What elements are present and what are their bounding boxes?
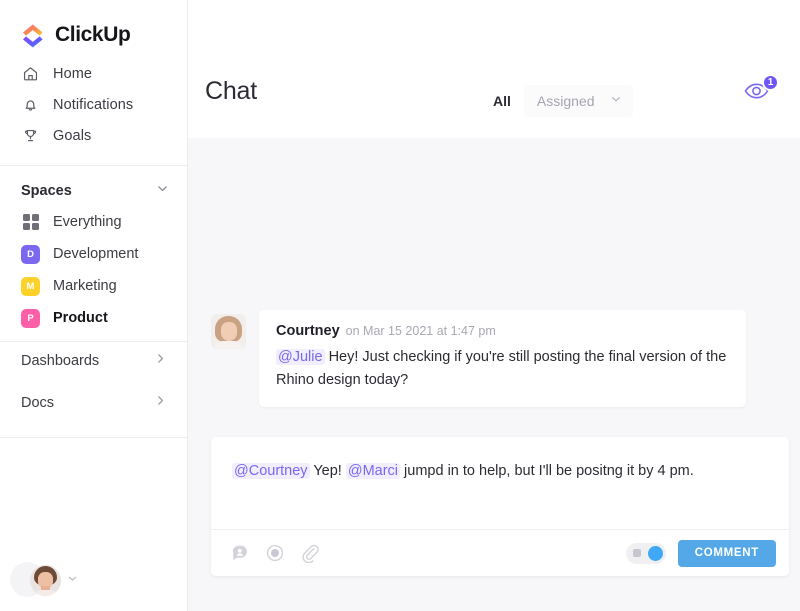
sidebar-item-home-label: Home bbox=[53, 65, 93, 82]
watchers-count-badge: 1 bbox=[762, 74, 779, 91]
space-badge-marketing: M bbox=[21, 276, 40, 296]
composer-tools bbox=[229, 543, 320, 564]
space-badge-product: P bbox=[21, 308, 40, 328]
message-author: Courtney bbox=[276, 323, 340, 339]
sidebar-item-marketing[interactable]: M Marketing bbox=[0, 270, 187, 302]
mention-julie[interactable]: @Julie bbox=[276, 349, 325, 365]
message-text-body: Hey! Just checking if you're still posti… bbox=[276, 349, 727, 388]
bell-icon bbox=[21, 95, 40, 114]
clickup-logo-icon bbox=[20, 22, 46, 48]
lower-nav: Dashboards Docs bbox=[0, 344, 187, 420]
message-header: Courtney on Mar 15 2021 at 1:47 pm bbox=[276, 323, 729, 339]
sidebar-item-home[interactable]: Home bbox=[0, 58, 187, 89]
chat-message: Courtney on Mar 15 2021 at 1:47 pm @Juli… bbox=[211, 310, 746, 407]
mention-courtney[interactable]: @Courtney bbox=[232, 463, 310, 479]
sidebar-item-notifications-label: Notifications bbox=[53, 96, 134, 113]
sidebar-item-everything[interactable]: Everything bbox=[0, 206, 187, 238]
chevron-down-icon bbox=[610, 92, 622, 110]
sidebar-item-development[interactable]: D Development bbox=[0, 238, 187, 270]
sidebar-item-dashboards[interactable]: Dashboards bbox=[0, 344, 187, 378]
assigned-dropdown-label: Assigned bbox=[536, 93, 595, 109]
sidebar-item-everything-label: Everything bbox=[53, 214, 122, 230]
filter-group: All Assigned bbox=[485, 85, 634, 117]
trophy-icon bbox=[21, 126, 40, 145]
primary-nav: Home Notifications Goals bbox=[0, 58, 187, 151]
chat-feed: Courtney on Mar 15 2021 at 1:47 pm @Juli… bbox=[188, 138, 800, 611]
chevron-right-icon bbox=[154, 394, 167, 412]
assign-toggle[interactable] bbox=[625, 542, 666, 564]
comment-button[interactable]: COMMENT bbox=[677, 539, 776, 567]
watchers-button[interactable]: 1 bbox=[743, 74, 779, 110]
comment-composer: @Courtney Yep! @Marci jumpd in to help, … bbox=[211, 437, 789, 576]
grid-icon bbox=[21, 213, 40, 232]
composer-text-1: Yep! bbox=[309, 463, 346, 479]
main-panel: Chat All Assigned 1 Courtney on Mar 15 2… bbox=[188, 0, 800, 611]
sidebar-item-development-label: Development bbox=[53, 246, 139, 262]
sidebar-item-goals-label: Goals bbox=[53, 127, 92, 144]
sidebar-item-notifications[interactable]: Notifications bbox=[0, 89, 187, 120]
message-timestamp: on Mar 15 2021 at 1:47 pm bbox=[345, 324, 496, 338]
sidebar: ClickUp Home Notifications Goals Spaces … bbox=[0, 0, 188, 611]
composer-toolbar: COMMENT bbox=[211, 529, 789, 576]
user-menu[interactable] bbox=[0, 549, 188, 611]
chevron-down-icon[interactable] bbox=[156, 182, 169, 200]
mention-marci[interactable]: @Marci bbox=[345, 463, 401, 479]
avatar[interactable] bbox=[30, 564, 61, 596]
composer-text-2: jumpd in to help, but I'll be positng it… bbox=[400, 463, 694, 479]
courtney-avatar bbox=[211, 314, 246, 349]
sidebar-divider-3 bbox=[0, 437, 187, 438]
sidebar-item-product[interactable]: P Product bbox=[0, 302, 187, 334]
eye-watcher-icon bbox=[743, 83, 773, 108]
space-badge-development: D bbox=[21, 244, 40, 264]
sidebar-item-dashboards-label: Dashboards bbox=[21, 353, 100, 369]
assigned-dropdown[interactable]: Assigned bbox=[523, 85, 634, 117]
comment-input[interactable]: @Courtney Yep! @Marci jumpd in to help, … bbox=[211, 437, 789, 529]
brand-name: ClickUp bbox=[55, 23, 131, 46]
clickup-app-window: ClickUp Home Notifications Goals Spaces … bbox=[0, 0, 800, 611]
brand-logo[interactable]: ClickUp bbox=[0, 0, 187, 52]
sidebar-item-docs-label: Docs bbox=[21, 395, 55, 411]
spaces-title: Spaces bbox=[21, 183, 72, 199]
spaces-header[interactable]: Spaces bbox=[0, 166, 187, 200]
message-text: @Julie Hey! Just checking if you're stil… bbox=[276, 346, 729, 392]
record-icon[interactable] bbox=[264, 543, 285, 564]
chevron-down-icon[interactable] bbox=[67, 571, 78, 589]
page-title: Chat bbox=[205, 77, 258, 105]
tab-all[interactable]: All bbox=[485, 87, 519, 115]
page-header: Chat All Assigned 1 bbox=[188, 0, 800, 138]
sidebar-item-marketing-label: Marketing bbox=[53, 278, 117, 294]
message-bubble: Courtney on Mar 15 2021 at 1:47 pm @Juli… bbox=[259, 310, 746, 407]
sidebar-item-docs[interactable]: Docs bbox=[0, 386, 187, 420]
sidebar-divider-2 bbox=[0, 341, 187, 342]
paperclip-icon[interactable] bbox=[299, 543, 320, 564]
sidebar-item-product-label: Product bbox=[53, 310, 108, 326]
sidebar-item-goals[interactable]: Goals bbox=[0, 120, 187, 151]
chevron-right-icon bbox=[154, 352, 167, 370]
mention-bubble-icon[interactable] bbox=[229, 543, 250, 564]
composer-actions: COMMENT bbox=[625, 539, 776, 567]
spaces-list: Everything D Development M Marketing P P… bbox=[0, 206, 187, 334]
home-icon bbox=[21, 64, 40, 83]
